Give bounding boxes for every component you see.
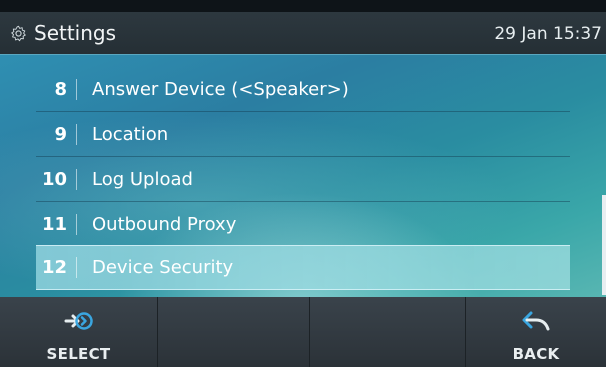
divider (76, 124, 77, 145)
menu-item-label: Outbound Proxy (92, 214, 237, 235)
menu-item-number: 8 (54, 79, 67, 100)
back-softkey-label: BACK (512, 345, 560, 363)
back-softkey[interactable]: BACK (466, 297, 606, 367)
menu-item-label: Log Upload (92, 169, 193, 190)
empty-softkey-3[interactable] (310, 297, 466, 367)
menu-item-outbound-proxy[interactable]: 11 Outbound Proxy (36, 202, 570, 247)
select-softkey-label: SELECT (46, 345, 111, 363)
menu-item-number: 12 (41, 257, 67, 278)
softkey-bar: SELECT BACK (0, 297, 606, 367)
divider (76, 79, 77, 100)
divider (76, 257, 77, 278)
menu-item-number: 10 (41, 169, 67, 190)
back-arrow-icon (522, 311, 550, 331)
date-time: 29 Jan 15:37 (494, 24, 602, 44)
divider (76, 214, 77, 235)
menu-item-number: 9 (54, 124, 67, 145)
divider (76, 169, 77, 190)
select-softkey[interactable]: SELECT (0, 297, 158, 367)
menu-item-label: Device Security (92, 257, 234, 278)
title-bar: Settings 29 Jan 15:37 (0, 12, 606, 55)
menu-item-location[interactable]: 9 Location (36, 112, 570, 157)
phone-screen: Settings 29 Jan 15:37 8 Answer Device (<… (0, 0, 606, 367)
menu-item-label: Location (92, 124, 169, 145)
menu-item-device-security[interactable]: 12 Device Security (36, 245, 570, 290)
menu-item-log-upload[interactable]: 10 Log Upload (36, 157, 570, 202)
menu-item-answer-device[interactable]: 8 Answer Device (<Speaker>) (36, 67, 570, 112)
gear-icon (11, 25, 26, 42)
menu-item-label: Answer Device (<Speaker>) (92, 79, 349, 100)
menu-item-number: 11 (41, 214, 67, 235)
select-arrow-icon (64, 312, 93, 330)
settings-menu-list: 8 Answer Device (<Speaker>) 9 Location 1… (0, 55, 606, 297)
page-title: Settings (34, 21, 117, 45)
scrollbar[interactable] (602, 195, 606, 295)
empty-softkey-2[interactable] (158, 297, 310, 367)
